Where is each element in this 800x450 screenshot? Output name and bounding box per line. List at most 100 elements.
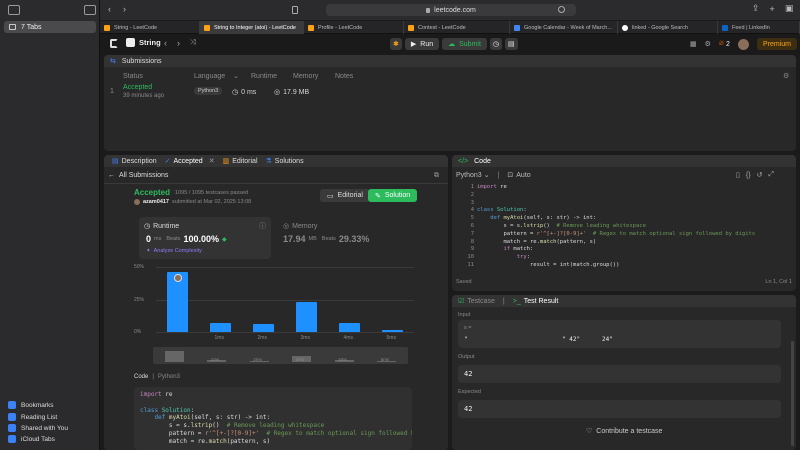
all-submissions-link[interactable]: ← All Submissions (108, 172, 168, 179)
chart-y-tick: 25% (134, 296, 145, 303)
tab-string-to-integer[interactable]: String to Integer (atoi) - LeetCode (200, 21, 304, 34)
scrollbar[interactable] (791, 341, 794, 446)
language-select[interactable]: Python3 ⌄ (456, 171, 490, 180)
settings-icon[interactable]: ⚙ (705, 40, 711, 48)
bookmark-icon[interactable]: ▯ (736, 171, 740, 179)
heart-icon: ♡ (586, 428, 593, 435)
editor-status-bar: Saved Ln 1, Col 1 (456, 279, 792, 285)
timer-icon: ◷ (492, 41, 500, 48)
editorial-button[interactable]: ▭ Editorial (320, 189, 370, 202)
col-status[interactable]: Status (123, 73, 143, 80)
arrow-left-icon: ← (108, 172, 115, 179)
tab-string[interactable]: String - LeetCode (100, 21, 200, 34)
chart-mini-x-tick: 5ms (380, 357, 390, 362)
col-notes[interactable]: Notes (335, 73, 353, 80)
reload-icon[interactable] (558, 6, 565, 13)
tab-profile[interactable]: Profile - LeetCode (304, 21, 404, 34)
shuffle-icon[interactable]: ⤨ (190, 39, 196, 47)
forward-icon[interactable]: › (123, 4, 126, 14)
back-icon[interactable]: ‹ (108, 4, 111, 14)
chart-bar[interactable] (295, 302, 318, 332)
test-result-panel: ☑ Testcase | >_ Test Result Input s = " " … (452, 295, 796, 450)
reset-icon[interactable]: ↺ (757, 171, 763, 179)
solution-button[interactable]: ✎ Solution (368, 189, 418, 202)
status-badge[interactable]: Accepted (123, 84, 152, 91)
share-link-icon[interactable]: ⧉ (434, 172, 439, 180)
col-language[interactable]: Language (194, 73, 225, 80)
line-numbers: 1 2 3 4 5 6 7 8 9 10 11 (467, 184, 474, 268)
chart-mini-x-tick: 3ms (295, 357, 305, 362)
premium-button[interactable]: Premium (756, 38, 797, 50)
chart-bar[interactable] (338, 322, 361, 332)
auto-mode-toggle[interactable]: ⊡ Auto (507, 171, 530, 180)
column-settings-icon[interactable]: ⚙ (783, 72, 789, 80)
col-runtime[interactable]: Runtime (251, 73, 277, 80)
tab-editorial[interactable]: ▥ Editorial (219, 157, 262, 166)
next-problem-icon[interactable]: › (177, 38, 180, 48)
col-memory[interactable]: Memory (293, 73, 318, 80)
tab-google-search[interactable]: linked - Google Search (618, 21, 718, 34)
memory-card[interactable]: ◎ Memory 17.94 MB Beats 29.33% (280, 217, 412, 259)
calendar-favicon-icon (514, 24, 520, 31)
tab-contest[interactable]: Contest - LeetCode (404, 21, 510, 34)
new-tab-icon[interactable]: + (770, 4, 775, 14)
notes-button[interactable]: ▤ (505, 38, 518, 50)
tab-test-result[interactable]: >_ Test Result (513, 298, 559, 305)
checkbox-icon: ☑ (458, 298, 465, 305)
streak-counter[interactable]: 🔥︎ 2 (719, 40, 730, 48)
table-row[interactable]: 1 Accepted 39 minutes ago Python3 ◷ 0 ms … (104, 82, 796, 103)
tab-overview-grid-icon[interactable]: ▣ (785, 3, 794, 14)
prev-problem-icon[interactable]: ‹ (164, 38, 167, 48)
col-language-dropdown-icon[interactable]: ⌄ (233, 72, 239, 80)
expand-icon[interactable]: ⤢ (768, 171, 774, 179)
tab-accepted[interactable]: ✓ Accepted ✕ (161, 157, 219, 166)
leetcode-logo-icon[interactable] (110, 39, 118, 48)
chart-gridline (156, 267, 414, 268)
submit-button[interactable]: ☁ Submit (442, 38, 487, 50)
avatar[interactable] (737, 38, 749, 50)
braces-icon[interactable]: {} (746, 172, 751, 179)
debug-button[interactable]: ✱ (390, 38, 402, 50)
run-button[interactable]: ▶ Run (404, 38, 440, 50)
sidebar-toggle-icon[interactable] (8, 5, 20, 15)
privacy-icon[interactable] (292, 6, 298, 14)
info-icon[interactable]: ⓘ (259, 221, 266, 231)
tab-group-all-tabs[interactable]: 7 Tabs (4, 21, 96, 33)
chart-y-tick: 50% (134, 264, 145, 270)
chart-x-tick: 2ms (257, 335, 267, 341)
runtime-card-title: ◷ Runtime (144, 222, 180, 231)
tab-testcase[interactable]: ☑ Testcase (458, 297, 495, 306)
chart-x-tick: 5ms (386, 335, 396, 341)
input-field[interactable]: s = " " 42" 24" (458, 320, 781, 348)
tab-linkedin[interactable]: Feed | LinkedIn (718, 21, 800, 34)
google-favicon-icon (622, 24, 628, 31)
problem-list-button[interactable]: String (126, 38, 161, 47)
share-icon[interactable]: ⇪ (752, 3, 760, 14)
tab-description[interactable]: ▤ Description (108, 157, 161, 166)
safari-sidebar: 7 Tabs Bookmarks Reading List Shared wit… (0, 0, 100, 450)
tab-solutions[interactable]: ⚗ Solutions (262, 157, 308, 166)
runtime-card[interactable]: ◷ Runtime ⓘ 0 ms Beats 100.00% ◆ ✦ Analyze… (139, 217, 271, 259)
sidebar-item-reading-list[interactable]: Reading List (8, 413, 57, 421)
chart-gridline (156, 332, 414, 333)
layout-icon[interactable]: ▦ (690, 40, 697, 48)
contribute-testcase-link[interactable]: ♡ Contribute a testcase (586, 427, 662, 436)
chart-range-slider[interactable] (153, 347, 408, 364)
chart-bar[interactable] (209, 322, 232, 332)
chart-bar[interactable] (252, 324, 275, 332)
sidebar-item-shared[interactable]: Shared with You (8, 424, 68, 432)
submitted-code-view[interactable]: import re class Solution: def myAtoi(sel… (134, 387, 412, 450)
address-bar[interactable]: leetcode.com (326, 4, 576, 16)
code-editor[interactable]: import re class Solution: def myAtoi(sel… (477, 184, 792, 272)
tab-overview-icon[interactable] (84, 5, 96, 15)
tab-google-calendar[interactable]: Google Calendar - Week of March... (510, 21, 618, 34)
sidebar-item-bookmarks[interactable]: Bookmarks (8, 401, 54, 409)
sidebar-item-icloud-tabs[interactable]: iCloud Tabs (8, 435, 55, 443)
avatar (173, 274, 182, 283)
close-icon[interactable]: ✕ (209, 157, 215, 165)
chart-bar[interactable] (381, 330, 404, 332)
submissions-panel-header: ⇆ Submissions (104, 55, 796, 67)
analyze-complexity-link[interactable]: ✦ Analyze Complexity (146, 248, 202, 254)
timer-button[interactable]: ◷ (489, 38, 503, 50)
cloud-upload-icon: ☁ (448, 41, 456, 48)
